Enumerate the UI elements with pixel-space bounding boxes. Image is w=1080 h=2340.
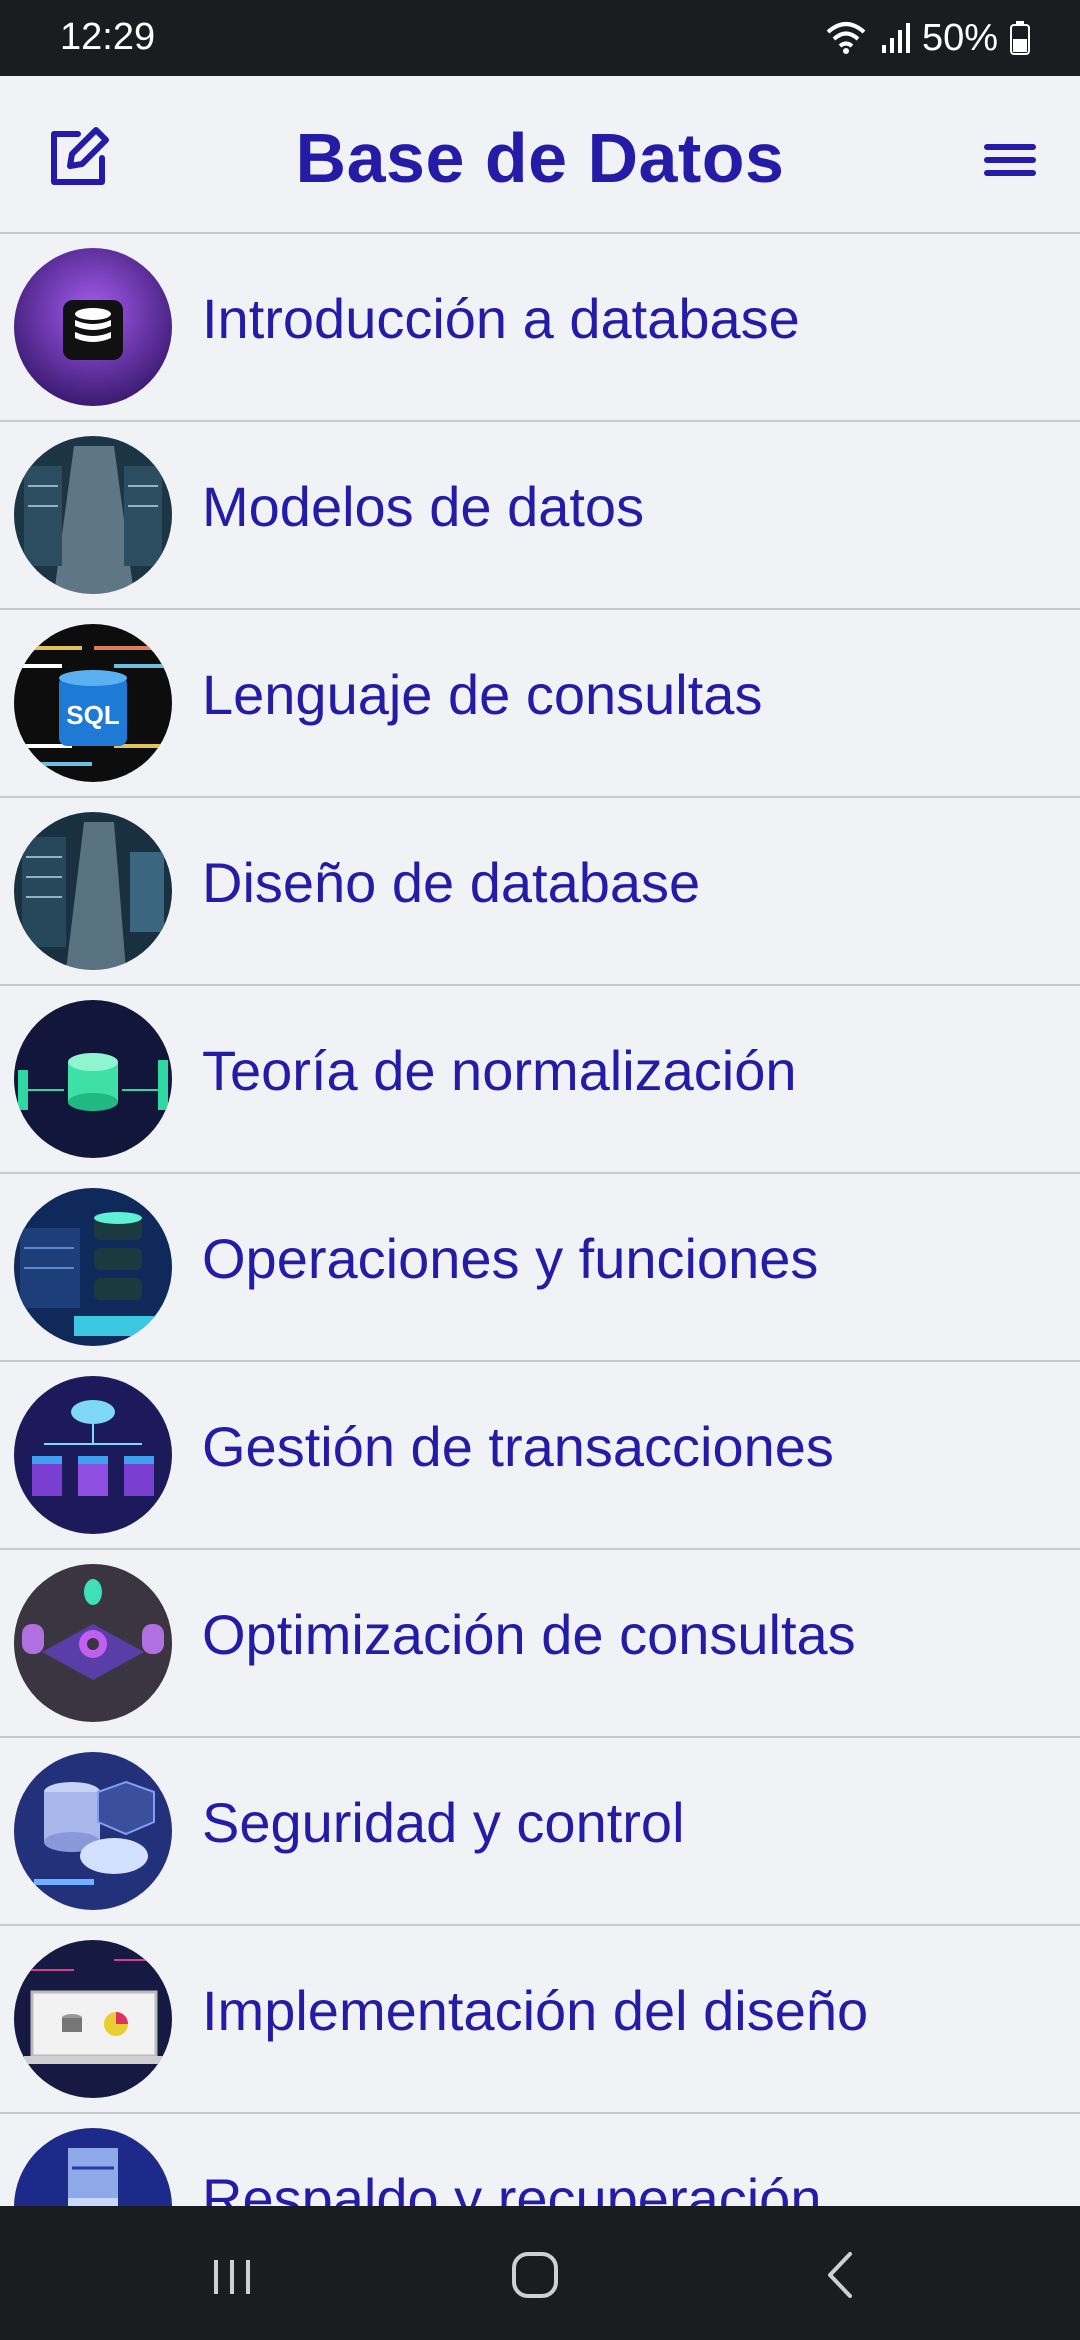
list-item[interactable]: Operaciones y funciones [0,1174,1080,1362]
home-button[interactable] [500,2240,570,2310]
cloud-network-icon [14,1376,172,1534]
topic-label: Respaldo y recuperación [202,2167,822,2206]
topic-label: Operaciones y funciones [202,1227,819,1290]
topic-label: Teoría de normalización [202,1039,797,1102]
topic-label: Gestión de transacciones [202,1415,834,1478]
signal-icon [880,21,910,55]
svg-text:SQL: SQL [66,700,120,730]
list-item[interactable]: Teoría de normalización [0,986,1080,1174]
server-room-icon [14,436,172,594]
recent-apps-icon [198,2260,268,2314]
topic-label: Lenguaje de consultas [202,663,763,726]
system-nav-bar [0,2206,1080,2340]
database-cylinder-icon [14,1000,172,1158]
back-icon [806,2252,876,2314]
server-stack-icon [14,1188,172,1346]
topic-label: Seguridad y control [202,1791,685,1854]
list-item[interactable]: Gestión de transacciones [0,1362,1080,1550]
list-item[interactable]: Diseño de database [0,798,1080,986]
laptop-chart-icon [14,1940,172,2098]
list-item[interactable]: Optimización de consultas [0,1550,1080,1738]
back-button[interactable] [806,2240,876,2310]
status-icons: 50% [824,14,1030,62]
list-item[interactable]: Respaldo y recuperación [0,2114,1080,2206]
status-time: 12:29 [60,16,156,58]
topic-label: Implementación del diseño [202,1979,869,2042]
app-header: Base de Datos [0,76,1080,234]
security-key-icon [14,1752,172,1910]
topic-label: Optimización de consultas [202,1603,856,1666]
list-item[interactable]: Implementación del diseño [0,1926,1080,2114]
sql-icon: SQL [14,624,172,782]
topic-label: Diseño de database [202,851,701,914]
battery-icon [1010,21,1030,55]
list-item[interactable]: SQL Lenguaje de consultas [0,610,1080,798]
home-icon [500,2252,570,2314]
battery-level: 50% [921,16,998,59]
server-room-icon [14,812,172,970]
database-icon [14,248,172,406]
topic-label: Modelos de datos [202,475,645,538]
wifi-icon [824,20,868,56]
status-bar: 12:29 50% [0,0,1080,76]
topic-list: Introducción a database Modelos de datos [0,234,1080,2206]
menu-icon [978,144,1042,196]
menu-button[interactable] [978,128,1042,192]
recent-apps-button[interactable] [198,2240,268,2310]
page-title: Base de Datos [295,119,785,197]
list-item[interactable]: Seguridad y control [0,1738,1080,1926]
backup-server-icon [14,2128,172,2206]
topic-label: Introducción a database [202,287,800,350]
list-item[interactable]: Introducción a database [0,234,1080,422]
gear-icon [14,1564,172,1722]
list-item[interactable]: Modelos de datos [0,422,1080,610]
